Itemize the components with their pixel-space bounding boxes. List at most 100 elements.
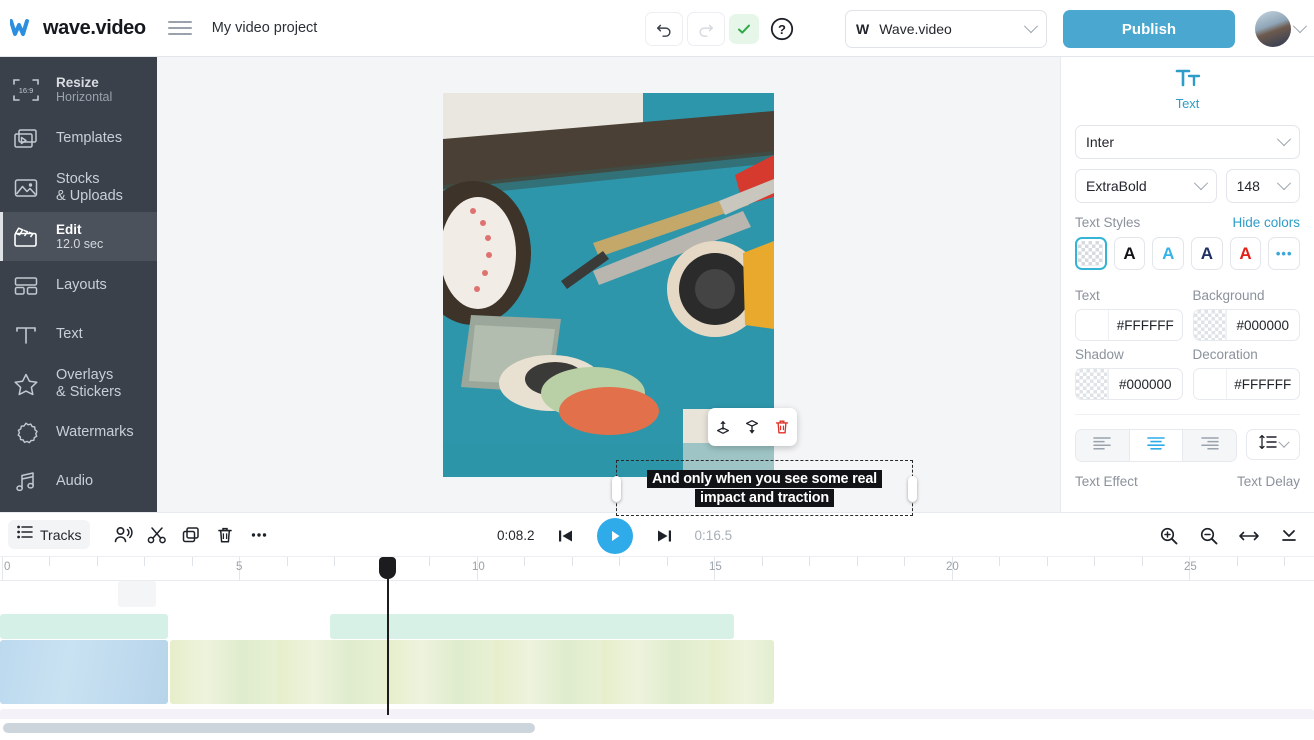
- sidebar-item-label: Edit: [56, 221, 82, 237]
- panel-header: Text: [1075, 67, 1300, 111]
- text-effect-label: Text Effect: [1075, 474, 1138, 489]
- font-weight-value: ExtraBold: [1086, 178, 1147, 194]
- ruler-label-5: 5: [236, 561, 243, 573]
- star-overlays-icon: [10, 369, 42, 399]
- text-style-glyph: A: [1239, 243, 1252, 263]
- track-clip-video-1[interactable]: [0, 640, 168, 704]
- track-clip-text-1[interactable]: [0, 614, 168, 639]
- text-style-transparent[interactable]: [1075, 237, 1107, 270]
- decoration-color-label: Decoration: [1192, 347, 1258, 362]
- delete-button[interactable]: [208, 520, 242, 550]
- text-style-navy[interactable]: A: [1191, 237, 1223, 270]
- send-to-back-icon[interactable]: [740, 415, 764, 439]
- tracks-button[interactable]: Tracks: [8, 520, 91, 549]
- timeline-tracks[interactable]: [0, 581, 1314, 722]
- sidebar-item-text[interactable]: Text: [0, 310, 157, 359]
- background-color-field[interactable]: #000000: [1192, 309, 1300, 341]
- sidebar-item-audio[interactable]: Audio: [0, 457, 157, 506]
- sidebar-item-label: Templates: [56, 130, 123, 147]
- collapse-timeline-button[interactable]: [1272, 521, 1306, 551]
- timeline-ruler[interactable]: 0 5 10 15 20 25: [0, 557, 1314, 581]
- background-color-value: #000000: [1236, 317, 1290, 333]
- skip-previous-button[interactable]: [549, 521, 583, 551]
- hide-colors-link[interactable]: Hide colors: [1232, 215, 1300, 230]
- brand-selector-label: Wave.video: [879, 21, 952, 37]
- image-stocks-icon: [10, 173, 42, 203]
- text-styles-header: Text Styles Hide colors: [1075, 215, 1300, 230]
- alignment-bar: [1075, 414, 1300, 462]
- font-size-select[interactable]: 148: [1225, 169, 1300, 203]
- line-height-button[interactable]: [1246, 429, 1300, 460]
- track-clip-ghost[interactable]: [118, 581, 156, 607]
- zoom-out-button[interactable]: [1192, 521, 1226, 551]
- alignment-group: [1075, 429, 1238, 462]
- fit-width-button[interactable]: [1232, 521, 1266, 551]
- text-overlay-selection[interactable]: And only when you see some real impact a…: [612, 460, 917, 516]
- text-style-glyph: A: [1162, 243, 1175, 263]
- ruler-label-15: 15: [709, 561, 722, 573]
- header-actions: ?: [645, 0, 801, 57]
- track-clip-text-2[interactable]: [330, 614, 734, 639]
- zoom-in-button[interactable]: [1152, 521, 1186, 551]
- resize-handle-right[interactable]: [908, 476, 917, 502]
- voiceover-button[interactable]: [106, 520, 140, 550]
- svg-text:16:9: 16:9: [19, 86, 34, 95]
- publish-button[interactable]: Publish: [1063, 10, 1235, 48]
- svg-text:?: ?: [778, 22, 786, 37]
- sidebar-item-templates[interactable]: Templates: [0, 114, 157, 163]
- text-style-glyph: A: [1123, 243, 1136, 263]
- text-style-more[interactable]: •••: [1268, 237, 1301, 270]
- ruler-label-10: 10: [472, 561, 485, 573]
- more-button[interactable]: [242, 520, 276, 550]
- bring-to-front-icon[interactable]: [711, 415, 735, 439]
- resize-handle-left[interactable]: [612, 476, 621, 502]
- playhead-line[interactable]: [387, 557, 389, 715]
- decoration-color-field[interactable]: #FFFFFF: [1192, 368, 1300, 400]
- object-float-toolbar: [708, 408, 797, 446]
- text-style-black[interactable]: A: [1113, 237, 1146, 270]
- total-time: 0:16.5: [694, 528, 733, 543]
- wave-w-logo-icon: [10, 15, 36, 41]
- sidebar-item-edit[interactable]: Edit 12.0 sec: [0, 212, 157, 261]
- sidebar-item-label: Text: [56, 326, 83, 343]
- sidebar-item-layouts[interactable]: Layouts: [0, 261, 157, 310]
- text-style-red[interactable]: A: [1229, 237, 1262, 270]
- hamburger-menu-icon[interactable]: [167, 15, 194, 41]
- chevron-down-icon: [1023, 19, 1039, 34]
- text-properties-panel: Text Inter ExtraBold 148 Text Styles Hid…: [1060, 57, 1314, 512]
- timeline-scrollbar[interactable]: [3, 723, 535, 733]
- skip-next-button[interactable]: [647, 521, 681, 551]
- sidebar-item-stocks[interactable]: Stocks & Uploads: [0, 163, 157, 212]
- align-left-button[interactable]: [1076, 430, 1130, 461]
- text-color-field[interactable]: #FFFFFF: [1075, 309, 1183, 341]
- duplicate-button[interactable]: [174, 520, 208, 550]
- playhead-knob[interactable]: [379, 557, 396, 579]
- sidebar-item-watermarks[interactable]: Watermarks: [0, 408, 157, 457]
- split-button[interactable]: [140, 520, 174, 550]
- text-overlay-line-2: impact and traction: [695, 488, 834, 507]
- track-clip-video-2[interactable]: [170, 640, 774, 704]
- shadow-color-field[interactable]: #000000: [1075, 368, 1183, 400]
- brand-selector[interactable]: W Wave.video: [845, 10, 1047, 48]
- redo-button[interactable]: [687, 11, 725, 46]
- brand-logo[interactable]: wave.video: [0, 15, 146, 41]
- resize-16-9-icon: 16:9: [10, 75, 42, 105]
- help-button[interactable]: ?: [763, 12, 801, 46]
- align-right-button[interactable]: [1183, 430, 1237, 461]
- ruler-label-25: 25: [1184, 561, 1197, 573]
- undo-button[interactable]: [645, 11, 683, 46]
- font-weight-select[interactable]: ExtraBold: [1075, 169, 1217, 203]
- color-swatch: [1076, 369, 1109, 399]
- align-center-button[interactable]: [1129, 430, 1183, 461]
- text-style-lightblue[interactable]: A: [1152, 237, 1185, 270]
- trash-delete-icon[interactable]: [770, 415, 794, 439]
- shadow-color-value: #000000: [1118, 376, 1172, 392]
- play-button[interactable]: [596, 517, 633, 554]
- project-title[interactable]: My video project: [212, 20, 318, 36]
- user-menu[interactable]: [1255, 11, 1308, 47]
- text-delay-label: Text Delay: [1236, 474, 1300, 489]
- sidebar-item-overlays[interactable]: Overlays & Stickers: [0, 359, 157, 408]
- current-time: 0:08.2: [497, 528, 535, 543]
- font-family-select[interactable]: Inter: [1075, 125, 1300, 159]
- sidebar-item-resize[interactable]: 16:9 Resize Horizontal: [0, 65, 157, 114]
